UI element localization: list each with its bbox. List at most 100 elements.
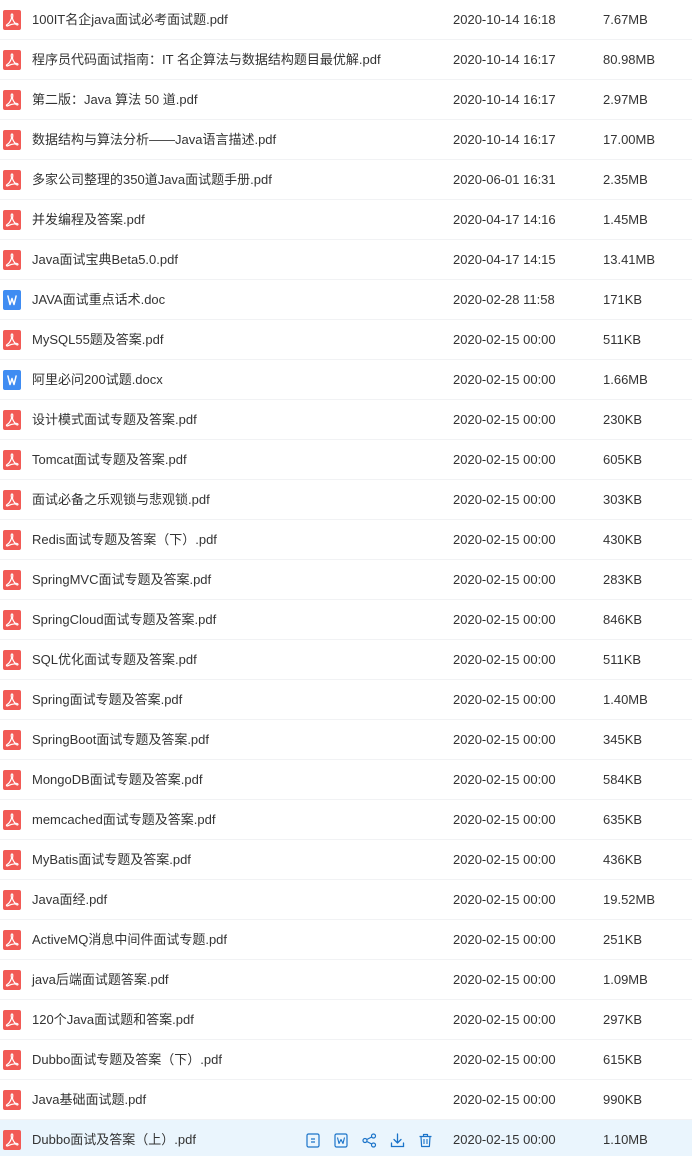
file-name-link[interactable]: SpringBoot面试专题及答案.pdf xyxy=(32,720,209,760)
pdf-file-icon xyxy=(3,930,21,950)
file-name-link[interactable]: Tomcat面试专题及答案.pdf xyxy=(32,440,187,480)
file-row[interactable]: MyBatis面试专题及答案.pdf 2020-02-15 00:00 436KB xyxy=(0,840,692,880)
file-row[interactable]: MySQL55题及答案.pdf 2020-02-15 00:00 511KB xyxy=(0,320,692,360)
file-row[interactable]: Java面经.pdf 2020-02-15 00:00 19.52MB xyxy=(0,880,692,920)
file-name-link[interactable]: 并发编程及答案.pdf xyxy=(32,200,145,240)
pdf-file-icon xyxy=(3,410,21,430)
pdf-file-icon xyxy=(3,1090,21,1110)
file-size: 511KB xyxy=(603,332,642,347)
file-name-link[interactable]: MyBatis面试专题及答案.pdf xyxy=(32,840,191,880)
file-modified-time: 2020-02-15 00:00 xyxy=(453,892,556,907)
file-size: 2.35MB xyxy=(603,172,648,187)
pdf-file-icon xyxy=(3,970,21,990)
file-name-link[interactable]: 程序员代码面试指南：IT 名企算法与数据结构题目最优解.pdf xyxy=(32,40,381,80)
file-size: 13.41MB xyxy=(603,252,656,267)
file-name-link[interactable]: Redis面试专题及答案（下）.pdf xyxy=(32,520,217,560)
pdf-file-icon xyxy=(3,650,21,670)
pdf-file-icon xyxy=(3,250,21,270)
file-name-link[interactable]: 设计模式面试专题及答案.pdf xyxy=(32,400,197,440)
file-row[interactable]: 120个Java面试题和答案.pdf 2020-02-15 00:00 297KB xyxy=(0,1000,692,1040)
file-name-link[interactable]: SpringMVC面试专题及答案.pdf xyxy=(32,560,211,600)
file-size: 80.98MB xyxy=(603,52,656,67)
preview-icon[interactable] xyxy=(304,1131,322,1149)
share-icon[interactable] xyxy=(360,1131,378,1149)
file-name-link[interactable]: 120个Java面试题和答案.pdf xyxy=(32,1000,194,1040)
file-row[interactable]: SpringBoot面试专题及答案.pdf 2020-02-15 00:00 345… xyxy=(0,720,692,760)
pdf-file-icon xyxy=(3,730,21,750)
file-row[interactable]: 阿里必问200试题.docx 2020-02-15 00:00 1.66MB xyxy=(0,360,692,400)
file-row[interactable]: 第二版：Java 算法 50 道.pdf 2020-10-14 16:17 2.97… xyxy=(0,80,692,120)
file-size: 2.97MB xyxy=(603,92,648,107)
file-name-link[interactable]: Java面经.pdf xyxy=(32,880,107,920)
delete-icon[interactable] xyxy=(416,1131,434,1149)
file-row[interactable]: SpringMVC面试专题及答案.pdf 2020-02-15 00:00 283K… xyxy=(0,560,692,600)
file-size: 846KB xyxy=(603,612,643,627)
file-modified-time: 2020-02-15 00:00 xyxy=(453,1092,556,1107)
pdf-file-icon xyxy=(3,1010,21,1030)
file-name-link[interactable]: 100IT名企java面试必考面试题.pdf xyxy=(32,0,228,40)
file-row[interactable]: Dubbo面试及答案（上）.pdf 2020-02-15 00:00 1.10MB xyxy=(0,1120,692,1156)
file-name-link[interactable]: memcached面试专题及答案.pdf xyxy=(32,800,216,840)
word-convert-icon[interactable] xyxy=(332,1131,350,1149)
file-row[interactable]: memcached面试专题及答案.pdf 2020-02-15 00:00 635K… xyxy=(0,800,692,840)
pdf-file-icon xyxy=(3,610,21,630)
file-name-link[interactable]: SpringCloud面试专题及答案.pdf xyxy=(32,600,216,640)
file-row[interactable]: SQL优化面试专题及答案.pdf 2020-02-15 00:00 511KB xyxy=(0,640,692,680)
file-name-link[interactable]: MongoDB面试专题及答案.pdf xyxy=(32,760,203,800)
file-size: 303KB xyxy=(603,492,643,507)
pdf-file-icon xyxy=(3,170,21,190)
file-row[interactable]: Java基础面试题.pdf 2020-02-15 00:00 990KB xyxy=(0,1080,692,1120)
file-row[interactable]: ActiveMQ消息中间件面试专题.pdf 2020-02-15 00:00 251… xyxy=(0,920,692,960)
file-name-link[interactable]: Spring面试专题及答案.pdf xyxy=(32,680,182,720)
file-row[interactable]: 100IT名企java面试必考面试题.pdf 2020-10-14 16:18 7.… xyxy=(0,0,692,40)
word-file-icon xyxy=(3,290,21,310)
file-row[interactable]: Redis面试专题及答案（下）.pdf 2020-02-15 00:00 430KB xyxy=(0,520,692,560)
file-modified-time: 2020-02-15 00:00 xyxy=(453,532,556,547)
file-name-link[interactable]: MySQL55题及答案.pdf xyxy=(32,320,164,360)
file-row[interactable]: JAVA面试重点话术.doc 2020-02-28 11:58 171KB xyxy=(0,280,692,320)
file-name-link[interactable]: JAVA面试重点话术.doc xyxy=(32,280,165,320)
file-row[interactable]: 并发编程及答案.pdf 2020-04-17 14:16 1.45MB xyxy=(0,200,692,240)
pdf-file-icon xyxy=(3,490,21,510)
file-modified-time: 2020-02-15 00:00 xyxy=(453,332,556,347)
file-name-link[interactable]: Java基础面试题.pdf xyxy=(32,1080,146,1120)
pdf-file-icon xyxy=(3,90,21,110)
file-row[interactable]: java后端面试题答案.pdf 2020-02-15 00:00 1.09MB xyxy=(0,960,692,1000)
file-row[interactable]: 程序员代码面试指南：IT 名企算法与数据结构题目最优解.pdf 2020-10-1… xyxy=(0,40,692,80)
file-row[interactable]: 数据结构与算法分析——Java语言描述.pdf 2020-10-14 16:17 1… xyxy=(0,120,692,160)
file-modified-time: 2020-02-15 00:00 xyxy=(453,1132,556,1147)
file-name-link[interactable]: 阿里必问200试题.docx xyxy=(32,360,163,400)
file-name-link[interactable]: Dubbo面试专题及答案（下）.pdf xyxy=(32,1040,222,1080)
file-modified-time: 2020-02-15 00:00 xyxy=(453,1012,556,1027)
file-row[interactable]: MongoDB面试专题及答案.pdf 2020-02-15 00:00 584KB xyxy=(0,760,692,800)
file-name-link[interactable]: 数据结构与算法分析——Java语言描述.pdf xyxy=(32,120,276,160)
pdf-file-icon xyxy=(3,530,21,550)
file-name-link[interactable]: 多家公司整理的350道Java面试题手册.pdf xyxy=(32,160,272,200)
pdf-file-icon xyxy=(3,850,21,870)
file-modified-time: 2020-10-14 16:17 xyxy=(453,132,556,147)
file-row[interactable]: Spring面试专题及答案.pdf 2020-02-15 00:00 1.40MB xyxy=(0,680,692,720)
file-name-link[interactable]: Dubbo面试及答案（上）.pdf xyxy=(32,1120,196,1156)
file-row[interactable]: 面试必备之乐观锁与悲观锁.pdf 2020-02-15 00:00 303KB xyxy=(0,480,692,520)
file-name-link[interactable]: 面试必备之乐观锁与悲观锁.pdf xyxy=(32,480,210,520)
file-row[interactable]: 设计模式面试专题及答案.pdf 2020-02-15 00:00 230KB xyxy=(0,400,692,440)
file-size: 1.09MB xyxy=(603,972,648,987)
file-modified-time: 2020-02-15 00:00 xyxy=(453,612,556,627)
file-name-link[interactable]: ActiveMQ消息中间件面试专题.pdf xyxy=(32,920,227,960)
file-row[interactable]: Tomcat面试专题及答案.pdf 2020-02-15 00:00 605KB xyxy=(0,440,692,480)
file-name-link[interactable]: 第二版：Java 算法 50 道.pdf xyxy=(32,80,197,120)
file-row[interactable]: SpringCloud面试专题及答案.pdf 2020-02-15 00:00 84… xyxy=(0,600,692,640)
pdf-file-icon xyxy=(3,810,21,830)
file-modified-time: 2020-10-14 16:17 xyxy=(453,92,556,107)
file-name-link[interactable]: SQL优化面试专题及答案.pdf xyxy=(32,640,197,680)
file-row[interactable]: Dubbo面试专题及答案（下）.pdf 2020-02-15 00:00 615KB xyxy=(0,1040,692,1080)
pdf-file-icon xyxy=(3,570,21,590)
file-modified-time: 2020-10-14 16:17 xyxy=(453,52,556,67)
file-row[interactable]: Java面试宝典Beta5.0.pdf 2020-04-17 14:15 13.41… xyxy=(0,240,692,280)
file-modified-time: 2020-02-15 00:00 xyxy=(453,932,556,947)
download-icon[interactable] xyxy=(388,1131,406,1149)
file-name-link[interactable]: java后端面试题答案.pdf xyxy=(32,960,169,1000)
file-size: 19.52MB xyxy=(603,892,656,907)
file-name-link[interactable]: Java面试宝典Beta5.0.pdf xyxy=(32,240,178,280)
file-row[interactable]: 多家公司整理的350道Java面试题手册.pdf 2020-06-01 16:31… xyxy=(0,160,692,200)
